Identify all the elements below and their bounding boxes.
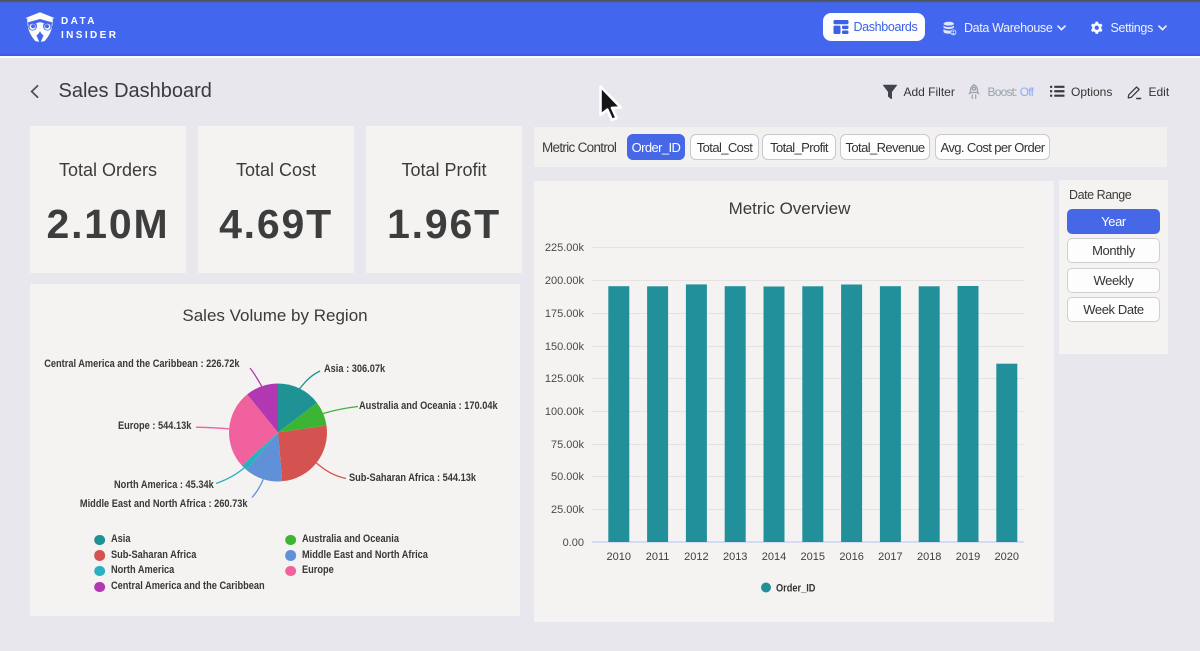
svg-text:2015: 2015 bbox=[801, 551, 825, 563]
svg-text:0.00: 0.00 bbox=[563, 537, 584, 549]
svg-text:125.00k: 125.00k bbox=[545, 373, 585, 385]
svg-text:100.00k: 100.00k bbox=[545, 406, 585, 418]
svg-text:75.00k: 75.00k bbox=[551, 439, 585, 451]
svg-text:175.00k: 175.00k bbox=[545, 308, 585, 320]
svg-text:2013: 2013 bbox=[723, 551, 747, 563]
svg-text:25.00k: 25.00k bbox=[551, 504, 585, 516]
svg-text:50.00k: 50.00k bbox=[551, 471, 585, 483]
svg-text:2014: 2014 bbox=[762, 551, 786, 563]
svg-text:2019: 2019 bbox=[956, 551, 980, 563]
svg-text:Order_ID: Order_ID bbox=[776, 583, 815, 595]
svg-text:2012: 2012 bbox=[684, 551, 708, 563]
svg-text:2017: 2017 bbox=[878, 551, 902, 563]
svg-text:2011: 2011 bbox=[646, 551, 670, 563]
svg-text:2020: 2020 bbox=[995, 551, 1019, 563]
svg-text:150.00k: 150.00k bbox=[545, 341, 585, 353]
svg-text:200.00k: 200.00k bbox=[545, 275, 585, 287]
svg-text:225.00k: 225.00k bbox=[545, 242, 585, 254]
svg-text:Metric Overview: Metric Overview bbox=[729, 199, 852, 218]
svg-text:2010: 2010 bbox=[607, 551, 631, 563]
svg-text:2016: 2016 bbox=[839, 551, 863, 563]
svg-text:2018: 2018 bbox=[917, 551, 941, 563]
